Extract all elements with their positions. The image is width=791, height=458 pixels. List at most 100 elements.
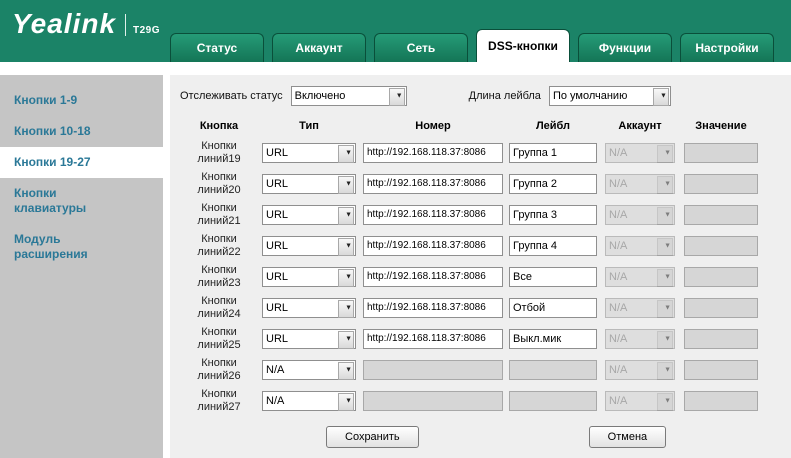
- type-select[interactable]: URL: [262, 143, 356, 163]
- yealink-logo: Yealink T29G: [12, 10, 160, 38]
- label-length-select[interactable]: По умолчанию: [549, 86, 671, 106]
- label-input[interactable]: [509, 174, 597, 194]
- account-select[interactable]: N/A: [605, 267, 675, 287]
- row-key: Кнопки линий19: [189, 140, 249, 165]
- tab-settings[interactable]: Настройки: [680, 33, 774, 62]
- value-input[interactable]: [684, 267, 758, 287]
- table-row: Кнопки линий23 URL N/A: [180, 261, 783, 292]
- value-input[interactable]: [684, 329, 758, 349]
- number-input[interactable]: [363, 298, 503, 318]
- table-row: Кнопки линий27 N/A N/A: [180, 385, 783, 416]
- label-input[interactable]: [509, 391, 597, 411]
- account-select[interactable]: N/A: [605, 329, 675, 349]
- col-header-key: Кнопка: [180, 120, 258, 132]
- account-select-wrap: N/A: [605, 174, 675, 194]
- value-input[interactable]: [684, 174, 758, 194]
- track-status-select[interactable]: Включено: [291, 86, 407, 106]
- account-select[interactable]: N/A: [605, 391, 675, 411]
- label-input[interactable]: [509, 360, 597, 380]
- tab-features[interactable]: Функции: [578, 33, 672, 62]
- table-row: Кнопки линий21 URL N/A: [180, 199, 783, 230]
- account-select[interactable]: N/A: [605, 298, 675, 318]
- label-input[interactable]: [509, 298, 597, 318]
- row-key: Кнопки линий21: [189, 202, 249, 227]
- value-input[interactable]: [684, 360, 758, 380]
- value-input[interactable]: [684, 298, 758, 318]
- label-input[interactable]: [509, 267, 597, 287]
- type-select[interactable]: URL: [262, 174, 356, 194]
- number-input[interactable]: [363, 174, 503, 194]
- type-select[interactable]: N/A: [262, 391, 356, 411]
- number-input[interactable]: [363, 236, 503, 256]
- value-input[interactable]: [684, 391, 758, 411]
- number-input[interactable]: [363, 143, 503, 163]
- sidebar-item-label: Кнопки 19-27: [14, 155, 91, 170]
- sidebar-item-keys-1-9[interactable]: Кнопки 1-9: [0, 85, 163, 116]
- main-panel: Отслеживать статус Включено Длина лейбла…: [170, 75, 791, 458]
- type-select[interactable]: URL: [262, 205, 356, 225]
- sidebar: Кнопки 1-9 Кнопки 10-18 Кнопки 19-27 Кно…: [0, 75, 163, 458]
- sidebar-item-keys-10-18[interactable]: Кнопки 10-18: [0, 116, 163, 147]
- number-input[interactable]: [363, 391, 503, 411]
- account-select[interactable]: N/A: [605, 174, 675, 194]
- col-header-type: Тип: [258, 120, 360, 132]
- label-input[interactable]: [509, 236, 597, 256]
- type-select[interactable]: URL: [262, 329, 356, 349]
- type-select-wrap: N/A: [262, 360, 356, 380]
- value-input[interactable]: [684, 236, 758, 256]
- table-row: Кнопки линий19 URL N/A: [180, 137, 783, 168]
- row-key: Кнопки линий22: [189, 233, 249, 258]
- type-select[interactable]: URL: [262, 298, 356, 318]
- sidebar-item-expansion-module[interactable]: Модуль расширения: [0, 224, 163, 270]
- account-select-wrap: N/A: [605, 205, 675, 225]
- row-key: Кнопки линий25: [189, 326, 249, 351]
- account-select-wrap: N/A: [605, 360, 675, 380]
- row-key: Кнопки линий24: [189, 295, 249, 320]
- type-select-wrap: URL: [262, 329, 356, 349]
- label-input[interactable]: [509, 329, 597, 349]
- account-select[interactable]: N/A: [605, 205, 675, 225]
- label-length-select-wrap: По умолчанию: [549, 86, 671, 106]
- type-select-wrap: URL: [262, 205, 356, 225]
- tab-bar: Статус Аккаунт Сеть DSS-кнопки Функции Н…: [170, 29, 774, 62]
- tab-network[interactable]: Сеть: [374, 33, 468, 62]
- cancel-button[interactable]: Отмена: [589, 426, 666, 448]
- number-input[interactable]: [363, 205, 503, 225]
- tab-status[interactable]: Статус: [170, 33, 264, 62]
- table-header-row: Кнопка Тип Номер Лейбл Аккаунт Значение: [180, 115, 783, 137]
- account-select-wrap: N/A: [605, 143, 675, 163]
- save-button[interactable]: Сохранить: [326, 426, 419, 448]
- account-select[interactable]: N/A: [605, 143, 675, 163]
- yealink-admin-page: Yealink T29G Статус Аккаунт Сеть DSS-кно…: [0, 0, 791, 458]
- number-input[interactable]: [363, 360, 503, 380]
- tab-account[interactable]: Аккаунт: [272, 33, 366, 62]
- value-input[interactable]: [684, 205, 758, 225]
- number-input[interactable]: [363, 329, 503, 349]
- type-select-wrap: URL: [262, 143, 356, 163]
- type-select[interactable]: URL: [262, 236, 356, 256]
- sidebar-item-keypad-keys[interactable]: Кнопки клавиатуры: [0, 178, 163, 224]
- type-select-wrap: URL: [262, 267, 356, 287]
- type-select[interactable]: URL: [262, 267, 356, 287]
- sidebar-item-keys-19-27[interactable]: Кнопки 19-27: [0, 147, 163, 178]
- type-select-wrap: URL: [262, 298, 356, 318]
- account-select-wrap: N/A: [605, 329, 675, 349]
- account-select-wrap: N/A: [605, 267, 675, 287]
- table-row: Кнопки линий22 URL N/A: [180, 230, 783, 261]
- account-select[interactable]: N/A: [605, 236, 675, 256]
- sidebar-item-label: Модуль расширения: [14, 232, 112, 262]
- table-row: Кнопки линий26 N/A N/A: [180, 354, 783, 385]
- number-input[interactable]: [363, 267, 503, 287]
- logo-divider: [125, 14, 126, 36]
- account-select[interactable]: N/A: [605, 360, 675, 380]
- tab-dss-keys[interactable]: DSS-кнопки: [476, 29, 570, 62]
- model-name: T29G: [133, 25, 160, 36]
- type-select[interactable]: N/A: [262, 360, 356, 380]
- table-row: Кнопки линий20 URL N/A: [180, 168, 783, 199]
- label-input[interactable]: [509, 205, 597, 225]
- account-select-wrap: N/A: [605, 391, 675, 411]
- brand-name: Yealink: [12, 10, 116, 38]
- value-input[interactable]: [684, 143, 758, 163]
- row-key: Кнопки линий23: [189, 264, 249, 289]
- label-input[interactable]: [509, 143, 597, 163]
